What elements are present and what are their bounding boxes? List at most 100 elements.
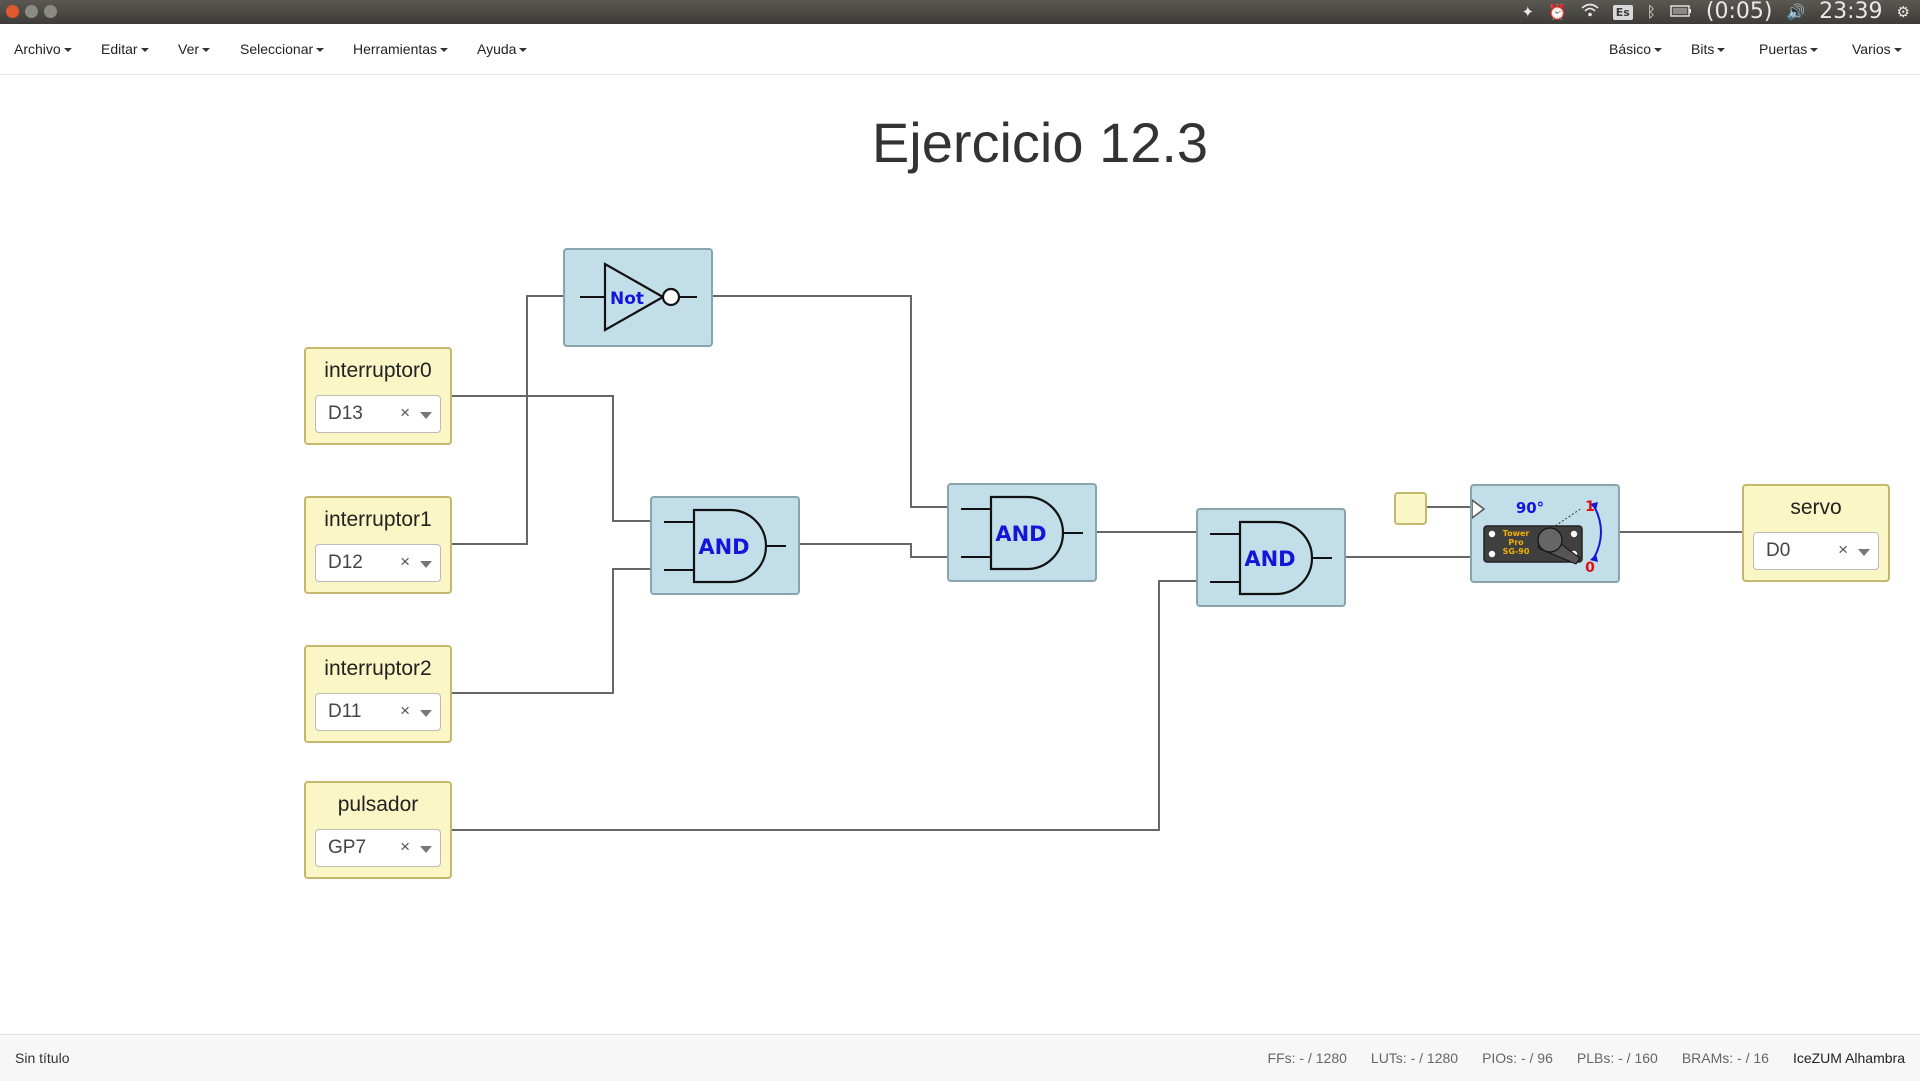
wifi-icon[interactable] <box>1581 3 1599 21</box>
caret-down-icon <box>1717 48 1726 53</box>
servo-sg90-icon: 90° Tower Pro SG-90 1 0 <box>1472 499 1602 576</box>
input-block-interruptor2[interactable]: interruptor2 D11 × <box>304 645 452 743</box>
pin-select[interactable]: D12 × <box>315 544 441 582</box>
and-gate-icon: AND <box>664 508 786 584</box>
clear-icon[interactable]: × <box>400 403 410 423</box>
pios-usage: PIOs: - / 96 <box>1482 1050 1553 1066</box>
menu-herramientas[interactable]: Herramientas <box>353 41 449 57</box>
servo-top-value: 1 <box>1585 499 1595 515</box>
input-label: pulsador <box>337 793 419 816</box>
input-block-pulsador[interactable]: pulsador GP7 × <box>304 781 452 879</box>
window-maximize-button[interactable] <box>44 5 57 18</box>
menu-ayuda[interactable]: Ayuda <box>477 41 528 57</box>
menu-puertas[interactable]: Puertas <box>1759 41 1819 57</box>
pin-select[interactable]: D0 × <box>1753 532 1879 570</box>
and-gate-block-3[interactable]: AND <box>1196 508 1346 607</box>
wire-sw0-to-and1 <box>452 395 650 522</box>
dropdown-arrow-icon[interactable] <box>420 710 432 717</box>
caret-down-icon <box>440 48 449 53</box>
design-canvas[interactable]: Ejercicio 12.3 interruptor0 D13 × interr… <box>0 75 1920 1033</box>
and-gate-label: AND <box>698 535 749 559</box>
window-minimize-button[interactable] <box>25 5 38 18</box>
caret-down-icon <box>1654 48 1663 53</box>
wire-button-to-and3 <box>452 580 1196 831</box>
dropdown-arrow-icon[interactable] <box>420 846 432 853</box>
servo-brand-line2: Pro <box>1508 538 1524 547</box>
caret-down-icon <box>1810 48 1819 53</box>
clear-icon[interactable]: × <box>400 837 410 857</box>
caret-down-icon <box>140 48 149 53</box>
servo-brand-line1: Tower <box>1503 529 1530 538</box>
pin-value: D12 <box>328 552 363 573</box>
servo-brand-line3: SG-90 <box>1503 547 1530 556</box>
servo-controller-block[interactable]: 90° Tower Pro SG-90 1 0 <box>1470 484 1620 583</box>
servo-angle-label: 90° <box>1516 499 1544 517</box>
alarm-icon[interactable]: ⏰ <box>1548 3 1567 21</box>
window-close-button[interactable] <box>6 5 19 18</box>
clear-icon[interactable]: × <box>1838 540 1848 560</box>
dropdown-arrow-icon[interactable] <box>420 561 432 568</box>
status-bar: Sin título FFs: - / 1280 LUTs: - / 1280 … <box>0 1034 1920 1081</box>
brams-usage: BRAMs: - / 16 <box>1681 1050 1769 1066</box>
and-gate-icon: AND <box>961 495 1083 571</box>
board-name[interactable]: IceZUM Alhambra <box>1793 1050 1905 1066</box>
battery-time: (0:05) <box>1705 0 1773 24</box>
not-gate-label: Not <box>610 289 644 309</box>
pin-value: GP7 <box>328 837 367 858</box>
menu-seleccionar[interactable]: Seleccionar <box>240 41 325 57</box>
wire-and1-to-and2 <box>799 543 947 558</box>
caret-down-icon <box>519 48 528 53</box>
menu-editar[interactable]: Editar <box>101 41 149 57</box>
servo-bottom-value: 0 <box>1585 560 1595 576</box>
menu-basico[interactable]: Básico <box>1609 41 1663 57</box>
input-label: interruptor2 <box>324 657 432 680</box>
system-top-bar: ✦ ⏰ Es ᛒ (0:05) 🔊 23:39 ⚙ <box>0 0 1920 24</box>
keyboard-layout-indicator[interactable]: Es <box>1612 4 1633 20</box>
output-label: servo <box>1790 496 1842 519</box>
input-label: interruptor0 <box>324 359 432 382</box>
and-gate-block-2[interactable]: AND <box>947 483 1097 582</box>
ffs-usage: FFs: - / 1280 <box>1267 1050 1347 1066</box>
luts-usage: LUTs: - / 1280 <box>1370 1050 1459 1066</box>
pin-select[interactable]: D13 × <box>315 395 441 433</box>
dropdown-arrow-icon[interactable] <box>420 412 432 419</box>
output-block-servo[interactable]: servo D0 × <box>1742 484 1890 582</box>
menu-ver[interactable]: Ver <box>178 41 211 57</box>
clear-icon[interactable]: × <box>400 701 410 721</box>
not-gate-block[interactable]: Not <box>563 248 713 347</box>
input-label: interruptor1 <box>324 508 432 531</box>
constant-input-block[interactable] <box>1394 492 1427 525</box>
menu-bits[interactable]: Bits <box>1691 41 1726 57</box>
and-gate-label: AND <box>995 522 1046 546</box>
pin-value: D0 <box>1766 540 1791 561</box>
clear-icon[interactable]: × <box>400 552 410 572</box>
battery-icon[interactable] <box>1670 3 1692 21</box>
pin-select[interactable]: D11 × <box>315 693 441 731</box>
pin-select[interactable]: GP7 × <box>315 829 441 867</box>
volume-icon[interactable]: 🔊 <box>1786 3 1805 21</box>
menu-varios[interactable]: Varios <box>1852 41 1902 57</box>
menu-archivo[interactable]: Archivo <box>14 41 72 57</box>
caret-down-icon <box>316 48 325 53</box>
pin-value: D11 <box>328 701 362 722</box>
dropdown-arrow-icon[interactable] <box>1858 549 1870 556</box>
and-gate-icon: AND <box>1210 520 1332 596</box>
file-name: Sin título <box>15 1050 70 1066</box>
caret-down-icon <box>202 48 211 53</box>
input-block-interruptor1[interactable]: interruptor1 D12 × <box>304 496 452 594</box>
wire-not-to-and2 <box>713 295 947 508</box>
caret-down-icon <box>63 48 72 53</box>
pin-value: D13 <box>328 403 363 424</box>
dropbox-icon[interactable]: ✦ <box>1522 3 1535 21</box>
menu-bar: Archivo Editar Ver Seleccionar Herramien… <box>0 24 1920 75</box>
not-gate-icon: Not <box>580 262 697 332</box>
input-block-interruptor0[interactable]: interruptor0 D13 × <box>304 347 452 445</box>
gear-icon[interactable]: ⚙ <box>1897 3 1910 21</box>
clock[interactable]: 23:39 <box>1819 0 1882 24</box>
system-tray: ✦ ⏰ Es ᛒ (0:05) 🔊 23:39 ⚙ <box>1522 0 1910 24</box>
resource-usage: FFs: - / 1280 LUTs: - / 1280 PIOs: - / 9… <box>1268 1050 1905 1066</box>
wire-sw2-to-and1 <box>452 568 650 694</box>
bluetooth-icon[interactable]: ᛒ <box>1647 3 1656 21</box>
and-gate-block-1[interactable]: AND <box>650 496 800 595</box>
wire-sw1-to-not <box>452 295 563 545</box>
